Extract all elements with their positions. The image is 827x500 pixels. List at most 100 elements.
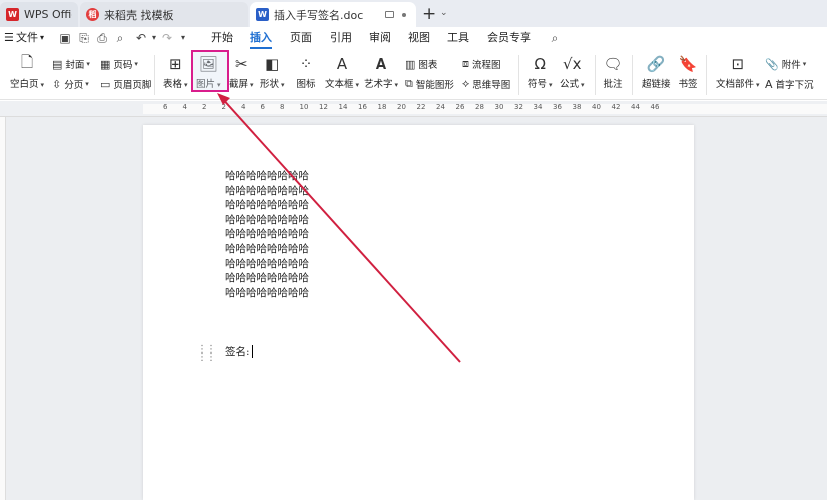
print-preview-icon[interactable]: ⌕ bbox=[113, 31, 127, 45]
flowchart-icon: ⧈ bbox=[462, 57, 469, 70]
tab-daoke-templates[interactable]: 稻 来稻壳 找模板 bbox=[80, 2, 248, 27]
attachment-button[interactable]: 📎 附件 ▾ bbox=[765, 57, 806, 72]
wordart-icon: 𝐀 bbox=[375, 55, 387, 73]
ruler-number: 20 bbox=[397, 103, 406, 111]
search-icon[interactable]: ⌕ bbox=[548, 31, 562, 45]
wordart-label: 艺术字 bbox=[364, 79, 393, 90]
daoke-logo-icon: 稻 bbox=[86, 8, 99, 21]
hyperlink-button[interactable]: 🔗 超链接 bbox=[642, 55, 671, 90]
menu-tools[interactable]: 工具 bbox=[447, 27, 469, 49]
comment-button[interactable]: 🗨 批注 bbox=[603, 55, 623, 90]
chart-button[interactable]: ▥ 图表 bbox=[405, 57, 437, 72]
page-number-button[interactable]: ▦ 页码 ▾ bbox=[100, 57, 138, 72]
ruler-number: 14 bbox=[338, 103, 348, 111]
doc-parts-button[interactable]: ⊡ 文档部件 ▾ bbox=[716, 55, 760, 90]
icon-label: 图标 bbox=[296, 79, 316, 90]
document-line: 哈哈哈哈哈哈哈哈 bbox=[225, 257, 309, 270]
document-line: 哈哈哈哈哈哈哈哈 bbox=[225, 184, 309, 197]
header-footer-button[interactable]: ▭ 页眉页脚 bbox=[100, 77, 151, 92]
tab-wps-office[interactable]: W WPS Office bbox=[0, 2, 78, 27]
title-tab-bar: W WPS Office 稻 来稻壳 找模板 W 插入手写签名.doc bbox=[0, 0, 827, 27]
chevron-down-icon[interactable]: ⌄ bbox=[440, 8, 448, 18]
drop-cap-icon: A bbox=[765, 77, 773, 91]
chevron-down-icon[interactable]: ▾ bbox=[176, 31, 190, 45]
window-icon[interactable] bbox=[385, 11, 394, 18]
hamburger-icon[interactable]: ☰ bbox=[4, 27, 14, 49]
symbol-label: 符号 bbox=[528, 79, 548, 90]
menu-review[interactable]: 审阅 bbox=[369, 27, 391, 49]
print-icon[interactable]: ⎙ bbox=[95, 31, 109, 45]
comment-label: 批注 bbox=[603, 79, 623, 90]
bookmark-button[interactable]: 🔖 书签 bbox=[678, 55, 698, 90]
mindmap-icon: ⟡ bbox=[462, 77, 470, 90]
redo-icon[interactable]: ↷ bbox=[160, 31, 174, 45]
ruler-number: 24 bbox=[436, 103, 445, 111]
formula-button[interactable]: √x 公式 ▾ bbox=[560, 55, 585, 90]
drag-handle-icon[interactable]: ⋮⋮ ⋮⋮ bbox=[197, 345, 216, 363]
ruler-number: 22 bbox=[416, 103, 426, 111]
undo-icon[interactable]: ↶ bbox=[134, 31, 148, 45]
ruler-number: 44 bbox=[631, 103, 640, 111]
smart-graphic-button[interactable]: ⧉ 智能图形 bbox=[405, 77, 454, 91]
scissors-icon: ✂ bbox=[234, 55, 248, 73]
menu-page[interactable]: 页面 bbox=[290, 27, 312, 49]
ruler-number: 10 bbox=[299, 103, 309, 111]
menu-insert[interactable]: 插入 bbox=[250, 27, 272, 49]
menu-view[interactable]: 视图 bbox=[408, 27, 430, 49]
symbol-button[interactable]: Ω 符号 ▾ bbox=[528, 55, 553, 90]
icon-button[interactable]: ⁘ 图标 bbox=[296, 55, 316, 90]
shape-label: 形状 bbox=[260, 79, 280, 90]
cover-button[interactable]: ▤ 封面 ▾ bbox=[52, 57, 90, 72]
ruler-number: 18 bbox=[377, 103, 387, 111]
ruler-number: 32 bbox=[514, 103, 523, 111]
ruler-number: 46 bbox=[650, 103, 660, 111]
attachment-label: 附件 bbox=[781, 60, 801, 71]
table-label: 表格 bbox=[163, 79, 183, 90]
ruler-number: 2 bbox=[202, 103, 207, 111]
ruler-number: 26 bbox=[455, 103, 465, 111]
signature-line[interactable]: 签名: bbox=[225, 344, 253, 359]
ribbon-divider bbox=[518, 55, 519, 95]
mindmap-button[interactable]: ⟡ 思维导图 bbox=[462, 77, 510, 91]
doc-parts-icon: ⊡ bbox=[731, 55, 745, 73]
blank-page-button[interactable]: 🗋 空白页 ▾ bbox=[10, 53, 44, 91]
flowchart-button[interactable]: ⧈ 流程图 bbox=[462, 57, 501, 71]
tab-current-document[interactable]: W 插入手写签名.doc bbox=[250, 2, 416, 27]
menu-member[interactable]: 会员专享 bbox=[487, 27, 531, 49]
document-line: 哈哈哈哈哈哈哈哈 bbox=[225, 286, 309, 299]
new-tab-icon[interactable]: + bbox=[422, 4, 436, 24]
cover-label: 封面 bbox=[65, 60, 85, 71]
ribbon-divider bbox=[632, 55, 633, 95]
insert-ribbon: 🗋 空白页 ▾ ▤ 封面 ▾ ⇳ 分页 ▾ ▦ 页码 ▾ ▭ 页眉页脚 ⊞ 表格 ▾ 🖼 图片 ▾ … bbox=[0, 49, 827, 100]
screenshot-button[interactable]: ✂ 截屏 ▾ bbox=[229, 55, 254, 90]
section-break-button[interactable]: ⇳ 分页 ▾ bbox=[52, 77, 89, 92]
formula-icon: √x bbox=[563, 55, 582, 73]
save-icon[interactable]: ▣ bbox=[58, 31, 72, 45]
document-body-text[interactable]: 哈哈哈哈哈哈哈哈 哈哈哈哈哈哈哈哈 哈哈哈哈哈哈哈哈 哈哈哈哈哈哈哈哈 哈哈哈哈哈哈哈哈… bbox=[225, 169, 309, 300]
menu-references[interactable]: 引用 bbox=[330, 27, 352, 49]
icon-library-icon: ⁘ bbox=[299, 55, 313, 73]
section-label: 分页 bbox=[64, 80, 84, 91]
document-line: 哈哈哈哈哈哈哈哈 bbox=[225, 199, 309, 212]
menu-file[interactable]: 文件 bbox=[16, 27, 38, 49]
smart-graphic-icon: ⧉ bbox=[405, 77, 413, 90]
shape-button[interactable]: ◧ 形状 ▾ bbox=[260, 55, 285, 90]
ribbon-divider bbox=[706, 55, 707, 95]
horizontal-ruler[interactable]: 6 4 2 2 4 6 8 10 12 14 16 18 20 22 24 26 28 30 32 34 36 38 40 4… bbox=[0, 101, 827, 117]
chevron-down-icon[interactable]: ▾ bbox=[147, 31, 161, 45]
export-pdf-icon[interactable]: ⎘ bbox=[77, 31, 91, 45]
tab-label: 插入手写签名.doc bbox=[274, 8, 364, 22]
ribbon-divider bbox=[595, 55, 596, 95]
menu-home[interactable]: 开始 bbox=[211, 27, 233, 49]
document-page[interactable]: 哈哈哈哈哈哈哈哈 哈哈哈哈哈哈哈哈 哈哈哈哈哈哈哈哈 哈哈哈哈哈哈哈哈 哈哈哈哈哈哈哈哈… bbox=[143, 125, 694, 500]
table-button[interactable]: ⊞ 表格 ▾ bbox=[163, 55, 188, 90]
doc-parts-label: 文档部件 bbox=[716, 79, 755, 90]
drop-cap-button[interactable]: A 首字下沉 bbox=[765, 77, 814, 92]
vertical-ruler[interactable] bbox=[0, 117, 6, 500]
textbox-button[interactable]: A 文本框 ▾ bbox=[325, 55, 359, 90]
ruler-number: 34 bbox=[533, 103, 543, 111]
ruler-number: 4 bbox=[182, 103, 187, 111]
chevron-down-icon[interactable]: ▾ bbox=[40, 27, 44, 49]
chart-icon: ▥ bbox=[405, 57, 416, 71]
wordart-button[interactable]: 𝐀 艺术字 ▾ bbox=[364, 55, 398, 90]
